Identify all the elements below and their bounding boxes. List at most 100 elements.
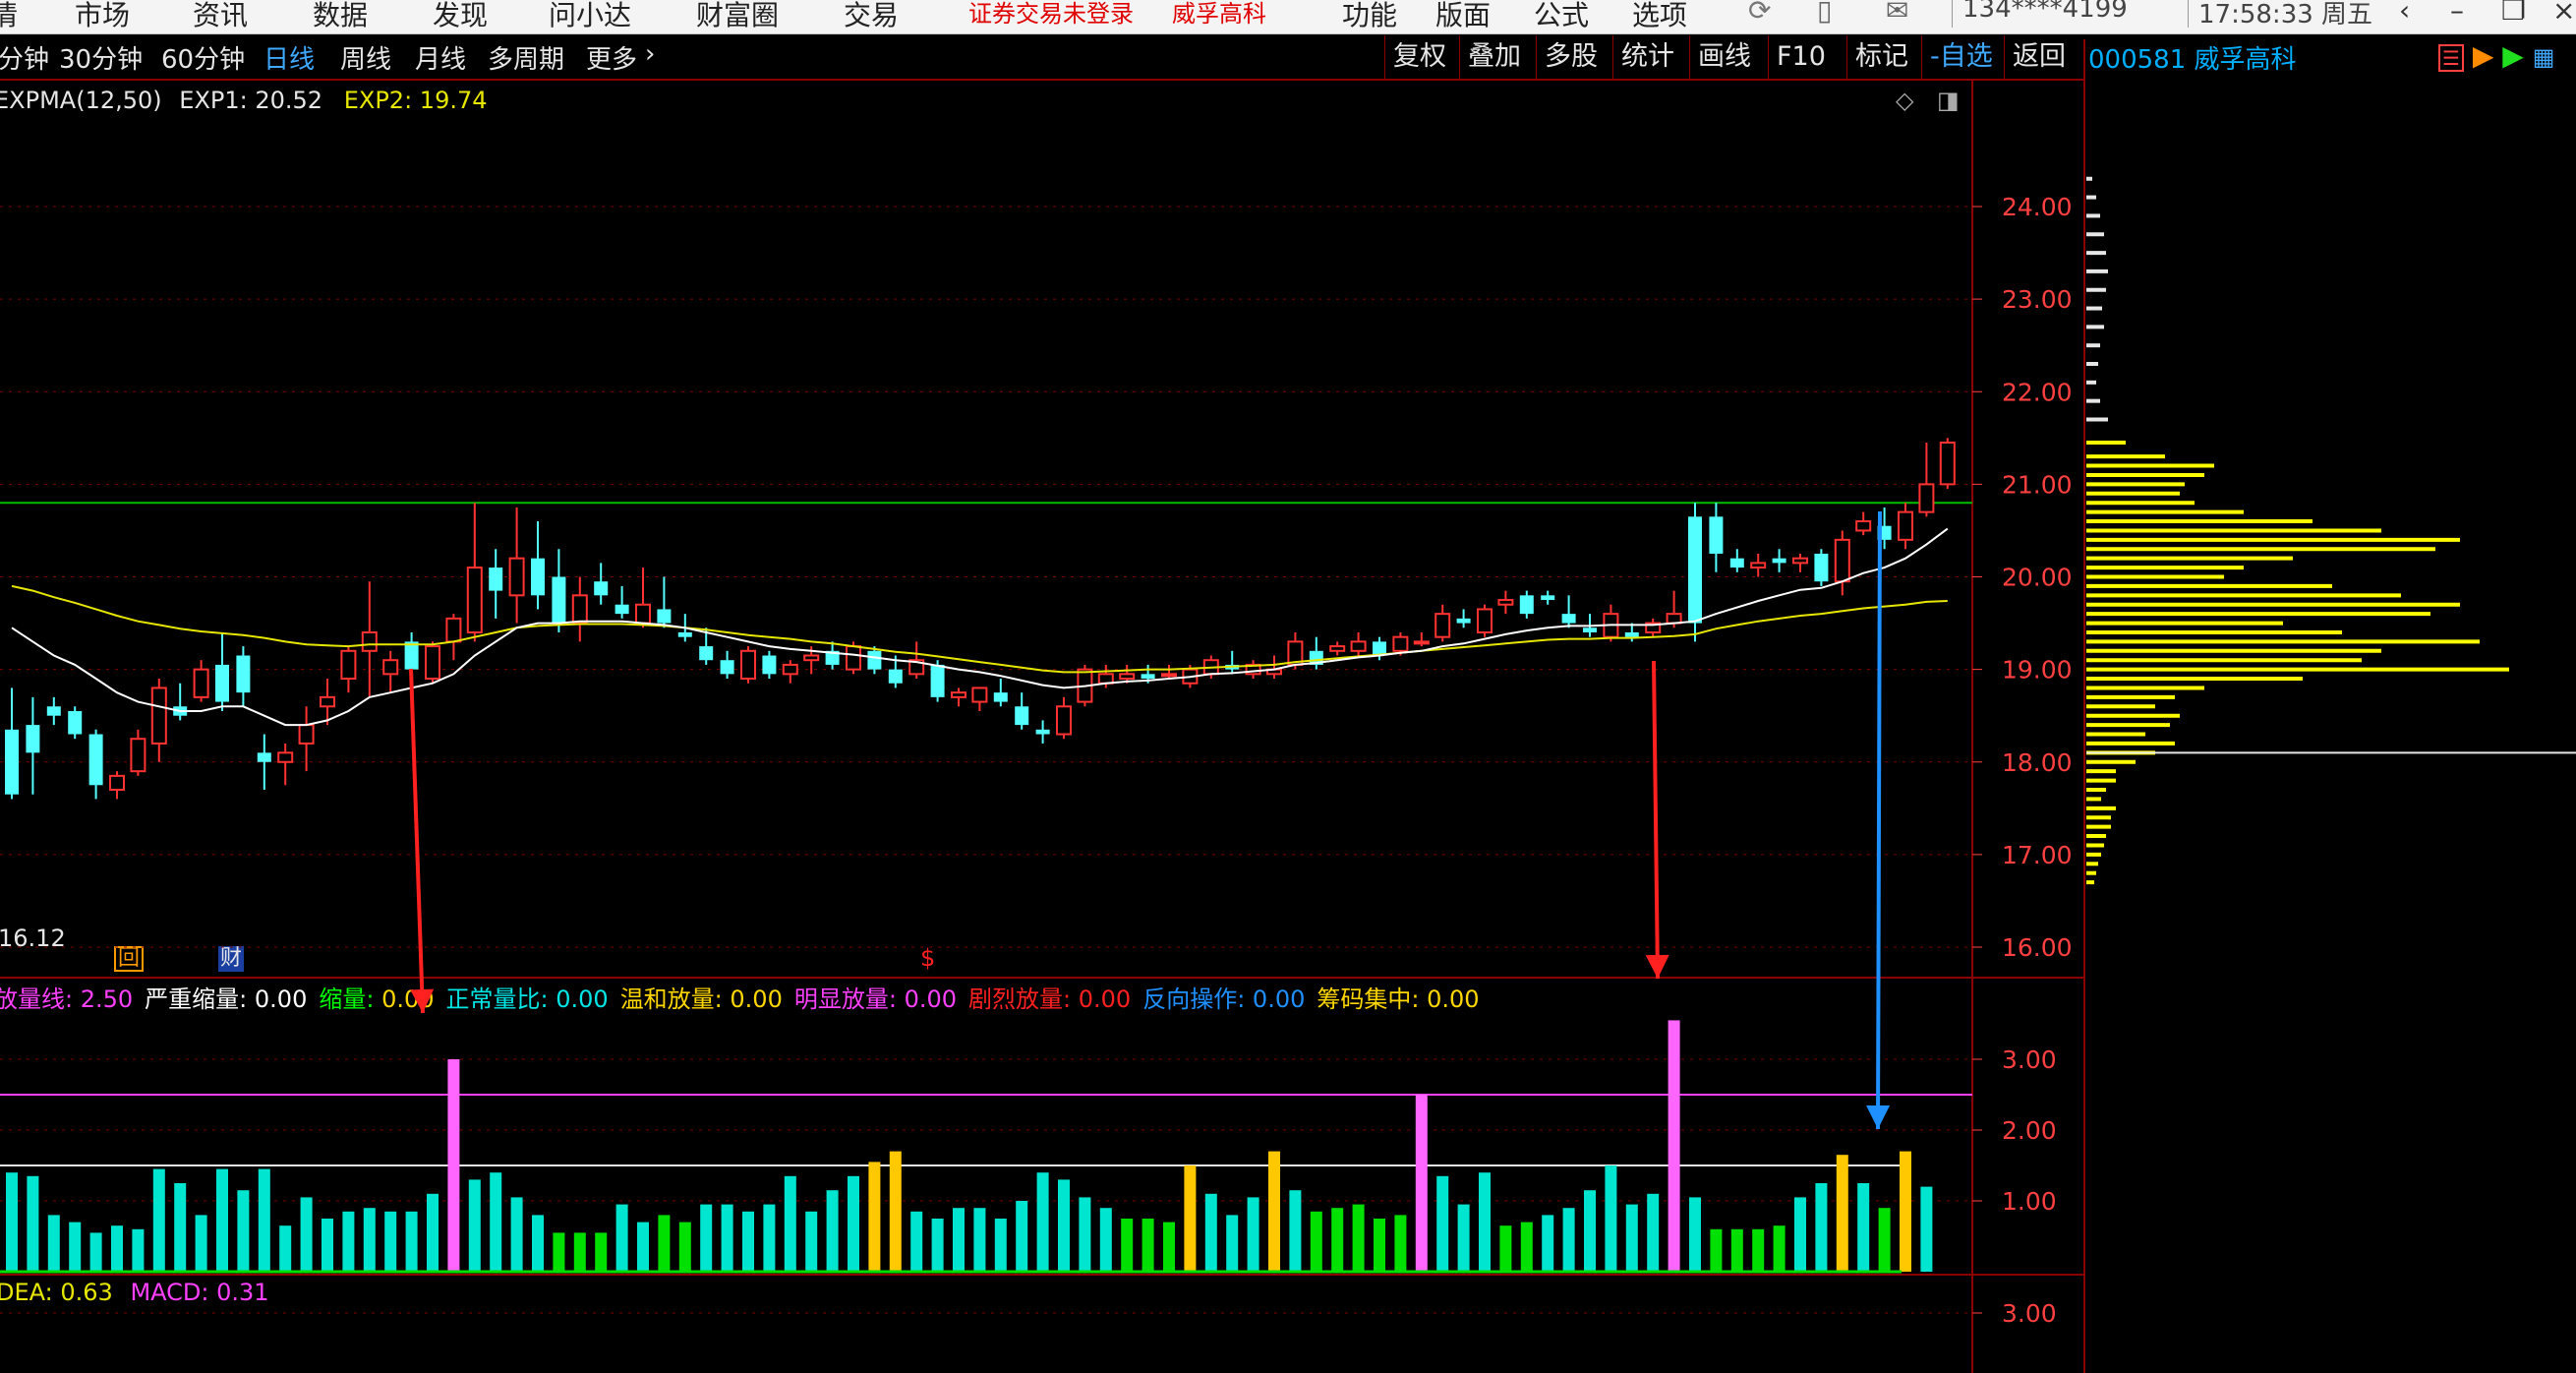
volume-bar	[532, 1215, 544, 1272]
price-tick-label: 20.00	[2002, 564, 2073, 592]
candle-body	[1918, 483, 1935, 513]
candle-body	[1939, 442, 1956, 486]
candle-body	[361, 630, 378, 652]
candle-body	[1834, 538, 1850, 583]
price-tick-label: 16.00	[2002, 933, 2073, 962]
volume-bar	[1374, 1219, 1385, 1272]
candle-body	[109, 774, 125, 791]
price-tick-label: 23.00	[2002, 285, 2073, 314]
volume-bar	[553, 1232, 565, 1272]
candle-body	[531, 558, 545, 596]
candle-body	[1350, 640, 1367, 652]
candle-body	[382, 659, 399, 676]
volume-bar	[1058, 1179, 1070, 1272]
volume-bar	[427, 1193, 439, 1272]
candle-body	[425, 645, 440, 681]
candle-body	[993, 692, 1008, 702]
volume-bar	[1121, 1219, 1134, 1272]
volume-bar	[742, 1211, 754, 1272]
volume-bar	[1710, 1228, 1723, 1272]
volume-bar	[1415, 1095, 1428, 1272]
volume-bar	[468, 1179, 481, 1272]
candle-body	[1750, 562, 1767, 569]
candle-body	[236, 655, 251, 693]
price-tick-label: 24.00	[2002, 193, 2073, 221]
volume-bar	[700, 1204, 713, 1272]
candle-body	[150, 686, 167, 745]
volume-bar	[1562, 1208, 1575, 1272]
volume-bar	[1226, 1215, 1239, 1272]
volume-bar	[973, 1208, 986, 1272]
volume-bar	[1268, 1151, 1280, 1272]
volume-bar	[784, 1175, 796, 1272]
candle-body	[1583, 627, 1597, 632]
candle-body	[782, 663, 798, 676]
candle-body	[1792, 557, 1808, 565]
candle-body	[1624, 631, 1639, 637]
candle-body	[1477, 608, 1493, 633]
candle-body	[1434, 613, 1451, 638]
volume-bar	[1079, 1197, 1091, 1272]
volume-bar	[1857, 1183, 1870, 1272]
volume-bar	[931, 1219, 944, 1272]
candle-body	[130, 738, 146, 773]
candle-body	[26, 725, 40, 753]
volume-bar	[342, 1211, 355, 1272]
volume-bar	[1920, 1186, 1933, 1272]
candle-body	[1772, 558, 1786, 564]
volume-bar	[889, 1151, 902, 1272]
volume-bar	[1794, 1197, 1806, 1272]
volume-bar	[1142, 1219, 1154, 1272]
volume-tick-label: 3.00	[2002, 1045, 2057, 1074]
volume-bar	[910, 1211, 923, 1272]
price-tick-label: 19.00	[2002, 656, 2073, 685]
volume-bar	[1163, 1222, 1175, 1272]
volume-bar	[994, 1219, 1007, 1272]
volume-bar	[763, 1204, 776, 1272]
volume-bar	[678, 1222, 691, 1272]
volume-bar	[953, 1208, 965, 1272]
volume-bar	[363, 1208, 376, 1272]
volume-bar	[384, 1211, 397, 1272]
volume-bar	[1520, 1222, 1533, 1272]
candle-body	[930, 664, 945, 697]
stock-chart[interactable]: 24.00 23.00 22.00 21.00 20.00 19.00 18.00 17.00…	[0, 0, 2576, 1373]
volume-tick-label: 1.00	[2002, 1187, 2057, 1216]
candle-body	[1855, 520, 1872, 532]
volume-bar	[1289, 1190, 1302, 1272]
candle-body	[340, 649, 357, 681]
volume-bar	[615, 1204, 628, 1272]
volume-bar	[1773, 1225, 1786, 1272]
volume-bar	[216, 1168, 228, 1272]
volume-bar	[1752, 1228, 1765, 1272]
candle-body	[68, 710, 83, 735]
volume-bar	[1625, 1204, 1638, 1272]
candle-body	[320, 695, 335, 708]
candle-body	[846, 645, 861, 671]
volume-bar	[510, 1197, 523, 1272]
candle-body	[1898, 510, 1913, 541]
candle-body	[867, 650, 882, 670]
volume-bar	[1204, 1193, 1217, 1272]
candle-body	[635, 603, 651, 625]
volume-bar	[322, 1219, 333, 1272]
volume-bar	[1584, 1190, 1596, 1272]
volume-bar	[132, 1228, 145, 1272]
candle-body	[1709, 516, 1724, 554]
volume-bar	[1815, 1183, 1828, 1272]
volume-bar	[152, 1168, 165, 1272]
volume-bar	[826, 1190, 839, 1272]
candle-body	[1161, 673, 1177, 678]
candle-body	[971, 686, 988, 703]
volume-bar	[1310, 1211, 1322, 1272]
volume-bar	[47, 1215, 60, 1272]
candle-body	[1119, 673, 1136, 681]
candle-body	[215, 664, 229, 702]
candle-body	[1035, 729, 1050, 735]
volume-tick-label: 2.00	[2002, 1116, 2057, 1145]
candle-body	[508, 557, 525, 597]
candle-body	[1729, 558, 1744, 568]
volume-bar	[1900, 1151, 1911, 1272]
price-tick-label: 18.00	[2002, 748, 2073, 777]
candle-body	[951, 691, 966, 698]
